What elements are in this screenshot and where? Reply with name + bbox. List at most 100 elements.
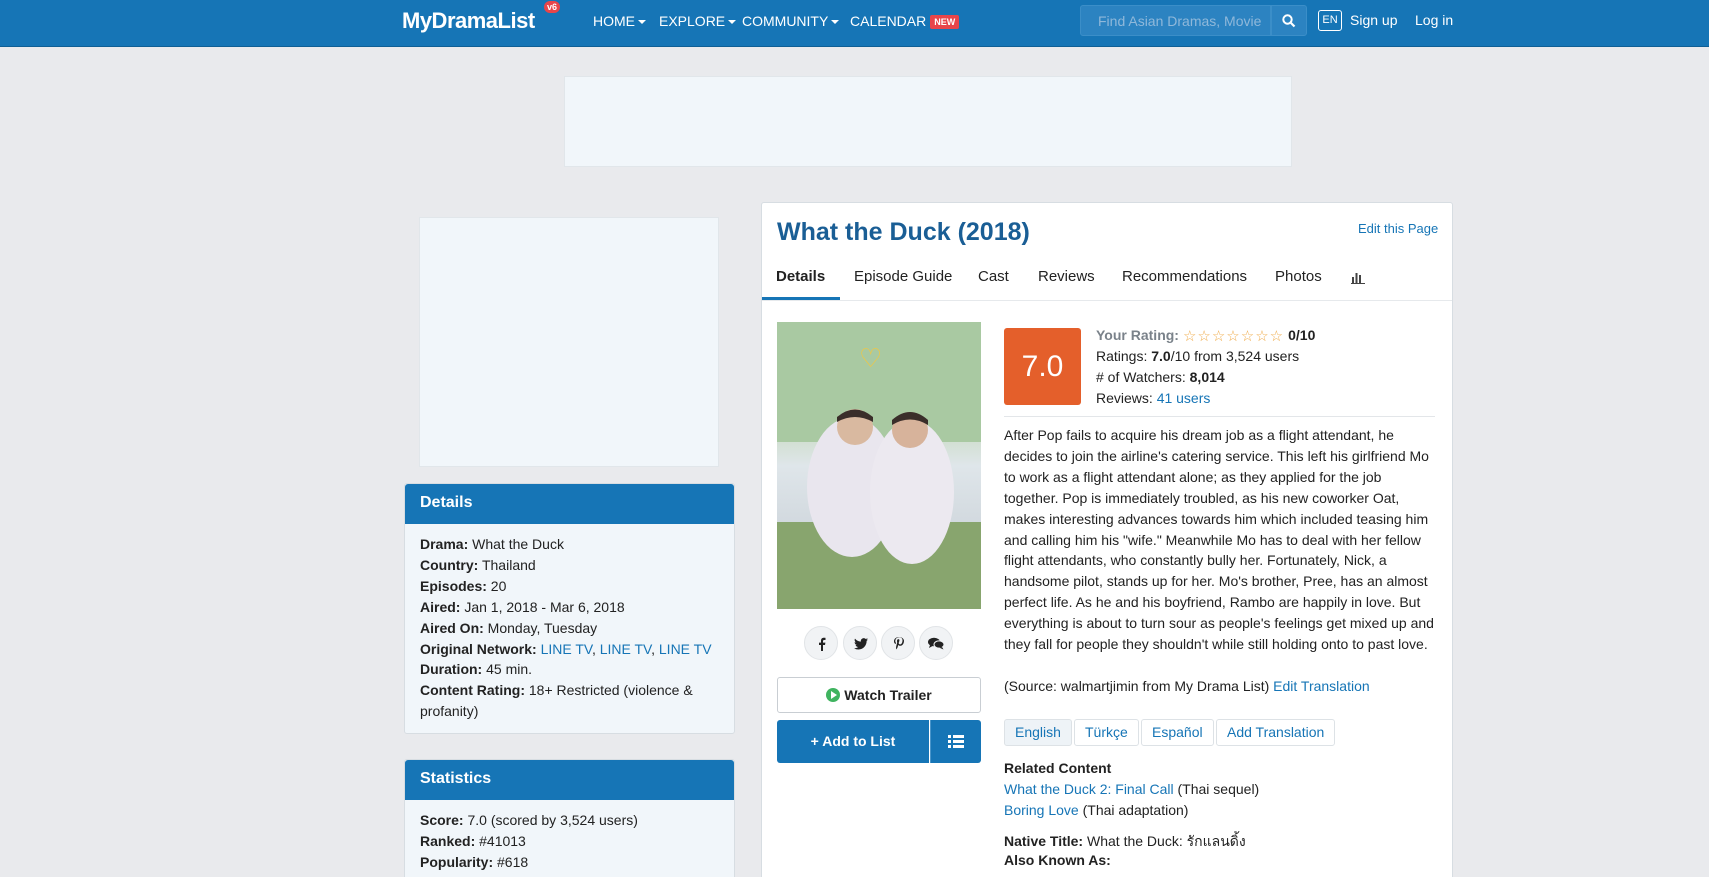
synopsis-source: (Source: walmartjimin from My Drama List… <box>1004 678 1370 694</box>
watch-trailer-label: Watch Trailer <box>844 687 932 703</box>
related-content-heading: Related Content <box>1004 760 1112 776</box>
tab-recommendations[interactable]: Recommendations <box>1122 268 1247 285</box>
language-button[interactable]: EN <box>1318 10 1342 31</box>
share-pinterest-button[interactable] <box>881 626 915 660</box>
statistics-heading: Statistics <box>405 760 734 800</box>
related-link[interactable]: Boring Love <box>1004 802 1079 818</box>
list-options-button[interactable] <box>930 720 981 763</box>
chevron-down-icon <box>638 20 646 25</box>
comments-icon <box>928 637 944 650</box>
native-title-row: Native Title: What the Duck: รักแลนดิ้ง <box>1004 831 1246 853</box>
details-heading: Details <box>405 484 734 524</box>
detail-label: Country: <box>420 556 479 573</box>
watchers-row: # of Watchers: 8,014 <box>1096 369 1225 385</box>
detail-label: Episodes: <box>420 577 487 594</box>
related-note: (Thai sequel) <box>1177 781 1260 797</box>
detail-value: 20 <box>490 577 507 594</box>
detail-label: Drama: <box>420 536 469 552</box>
detail-drama: Drama: What the Duck <box>420 534 719 555</box>
native-title-value: What the Duck: รักแลนดิ้ง <box>1087 833 1246 849</box>
chevron-down-icon <box>728 20 737 25</box>
login-link[interactable]: Log in <box>1415 12 1453 28</box>
related-item: What the Duck 2: Final Call (Thai sequel… <box>1004 781 1259 797</box>
drama-poster[interactable]: ♡ <box>777 322 981 609</box>
tab-photos[interactable]: Photos <box>1275 268 1322 285</box>
search-button[interactable] <box>1271 5 1307 36</box>
detail-value: 45 min. <box>486 661 533 678</box>
add-to-list-button[interactable]: + Add to List <box>777 720 929 763</box>
source-text: (Source: walmartjimin from My Drama List… <box>1004 678 1270 694</box>
play-icon <box>826 688 841 702</box>
synopsis: After Pop fails to acquire his dream job… <box>1004 427 1434 653</box>
detail-value: Thailand <box>481 556 536 573</box>
detail-value: Monday, Tuesday <box>487 619 598 636</box>
share-facebook-button[interactable] <box>804 626 838 660</box>
ratings-count: /10 from 3,524 users <box>1170 348 1300 364</box>
nav-explore-label: EXPLORE <box>659 13 726 29</box>
discuss-button[interactable] <box>919 626 953 660</box>
network-link[interactable]: LINE TV <box>659 641 712 657</box>
reviews-link[interactable]: 41 users <box>1157 390 1211 406</box>
translation-english[interactable]: English <box>1004 719 1072 746</box>
signup-link[interactable]: Sign up <box>1350 12 1397 28</box>
site-logo[interactable]: MyDramaList v6 <box>402 1 561 34</box>
tab-details[interactable]: Details <box>776 268 825 285</box>
rating-stars[interactable]: ☆☆☆☆☆☆☆ <box>1183 327 1284 345</box>
detail-label: Duration: <box>420 661 483 678</box>
network-link[interactable]: LINE TV <box>541 641 592 657</box>
chevron-down-icon <box>831 20 840 25</box>
detail-episodes: Episodes: 20 <box>420 576 719 597</box>
statistics-body: Score: 7.0 (scored by 3,524 users) Ranke… <box>405 800 734 877</box>
ratings-row: Ratings: 7.0/10 from 3,524 users <box>1096 348 1299 364</box>
detail-country: Country: Thailand <box>420 555 719 576</box>
nav-explore[interactable]: EXPLORE <box>659 13 737 29</box>
watchers-label: # of Watchers: <box>1096 369 1186 385</box>
detail-network: Original Network: LINE TV, LINE TV, LINE… <box>420 640 712 657</box>
reviews-label: Reviews: <box>1096 390 1153 406</box>
new-badge: NEW <box>930 15 960 30</box>
add-translation-button[interactable]: Add Translation <box>1216 719 1336 746</box>
related-note: (Thai adaptation) <box>1082 802 1189 818</box>
tab-reviews[interactable]: Reviews <box>1038 268 1095 285</box>
your-rating-value: 0/10 <box>1288 327 1316 343</box>
detail-value: Jan 1, 2018 - Mar 6, 2018 <box>464 598 625 615</box>
tab-statistics[interactable] <box>1351 271 1365 288</box>
tab-cast[interactable]: Cast <box>978 268 1009 285</box>
score-box: 7.0 <box>1004 328 1081 405</box>
detail-label: Aired: <box>420 598 461 615</box>
watch-trailer-button[interactable]: Watch Trailer <box>777 677 981 713</box>
edit-translation-link[interactable]: Edit Translation <box>1273 678 1370 694</box>
facebook-icon <box>819 637 826 651</box>
pinterest-icon <box>894 637 904 650</box>
logo-text: MyDramaList <box>402 8 535 33</box>
stat-value: 7.0 (scored by 3,524 users) <box>467 812 638 828</box>
active-tab-indicator <box>762 297 840 300</box>
nav-home[interactable]: HOME <box>593 13 646 29</box>
tab-episode-guide[interactable]: Episode Guide <box>854 268 952 285</box>
tab-bar: Details Episode Guide Cast Reviews Recom… <box>762 262 1452 301</box>
ratings-value: 7.0 <box>1151 348 1171 364</box>
translation-spanish[interactable]: Español <box>1141 719 1214 746</box>
detail-aired-on: Aired On: Monday, Tuesday <box>420 618 719 639</box>
share-twitter-button[interactable] <box>843 626 877 660</box>
bar-chart-icon <box>1351 273 1365 284</box>
nav-community[interactable]: COMMUNITY <box>742 13 840 29</box>
search-input[interactable]: Find Asian Dramas, Movie <box>1080 5 1271 36</box>
stat-label: Popularity: <box>420 853 494 870</box>
details-body: Drama: What the Duck Country: Thailand E… <box>405 524 734 732</box>
translation-turkish[interactable]: Türkçe <box>1074 719 1139 746</box>
search-icon <box>1282 14 1296 28</box>
related-link[interactable]: What the Duck 2: Final Call <box>1004 781 1174 797</box>
poster-image: ♡ <box>777 322 981 609</box>
reviews-row: Reviews: 41 users <box>1096 390 1210 406</box>
stat-score: Score: 7.0 (scored by 3,524 users) <box>420 810 719 831</box>
twitter-icon <box>854 638 868 650</box>
ad-banner-side <box>419 217 719 467</box>
network-link[interactable]: LINE TV <box>600 641 651 657</box>
stat-ranked: Ranked: #41013 <box>420 831 719 852</box>
details-panel: Details Drama: What the Duck Country: Th… <box>404 483 735 734</box>
nav-calendar[interactable]: CALENDAR NEW <box>850 13 960 30</box>
edit-page-link[interactable]: Edit this Page <box>1358 221 1438 236</box>
nav-home-label: HOME <box>593 13 635 29</box>
list-icon <box>948 735 964 748</box>
